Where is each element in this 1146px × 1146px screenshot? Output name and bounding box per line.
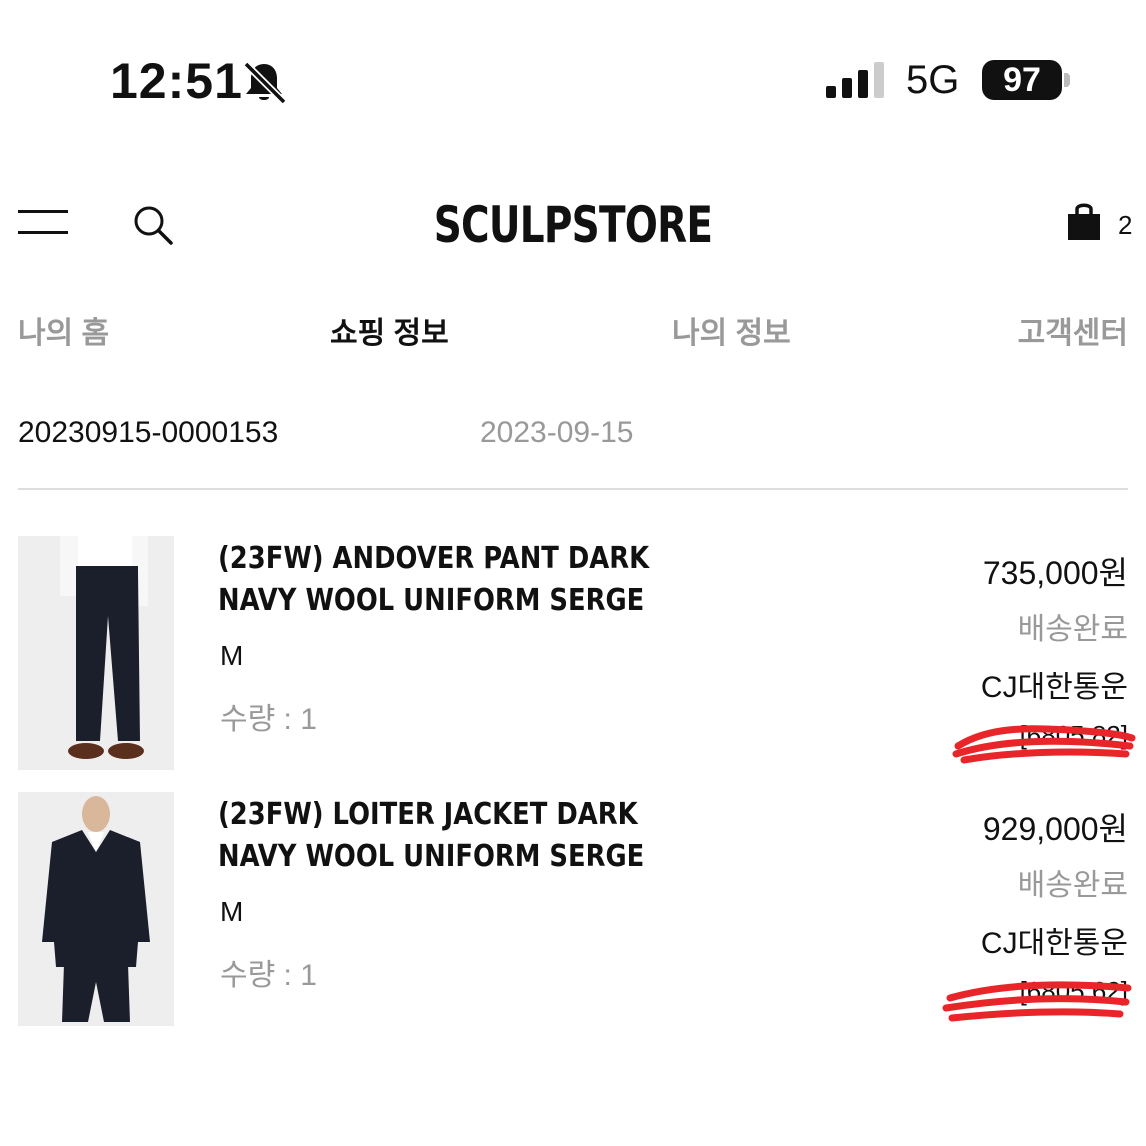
item-quantity: 수량 : 1 — [220, 703, 317, 736]
item-size: M — [220, 896, 244, 927]
carrier-name: CJ대한통운 — [980, 671, 1128, 704]
item-price: 735,000원 — [982, 555, 1128, 591]
item-name[interactable]: (23FW) ANDOVER PANT DARK NAVY WOOL UNIFO… — [218, 538, 700, 622]
order-number[interactable]: 20230915-0000153 — [18, 416, 278, 450]
delivery-status: 배송완료 — [1017, 869, 1128, 902]
tab-my-home[interactable]: 나의 홈 — [18, 308, 109, 352]
carrier-name: CJ대한통운 — [980, 927, 1128, 960]
tab-my-info[interactable]: 나의 정보 — [672, 308, 791, 352]
tab-shopping-info[interactable]: 쇼핑 정보 — [330, 308, 449, 352]
cart-count: 2 — [1118, 210, 1133, 240]
redaction-scribble — [942, 981, 1132, 1022]
product-image-jacket[interactable] — [18, 792, 174, 1026]
bell-slash-icon — [243, 61, 287, 104]
item-name[interactable]: (23FW) LOITER JACKET DARK NAVY WOOL UNIF… — [218, 794, 700, 878]
status-time: 12:51 — [110, 53, 243, 109]
product-image-pants[interactable] — [18, 536, 174, 770]
item-price: 929,000원 — [982, 811, 1128, 847]
order-date: 2023-09-15 — [480, 416, 634, 449]
shopping-bag-icon[interactable] — [1066, 200, 1102, 242]
delivery-status: 배송완료 — [1017, 613, 1128, 646]
battery-level: 97 — [1003, 61, 1041, 99]
store-logo[interactable]: SCULPSTORE — [126, 196, 1020, 254]
tab-customer-center[interactable]: 고객센터 — [1018, 308, 1128, 352]
item-size: M — [220, 640, 244, 671]
menu-icon[interactable] — [18, 206, 68, 236]
signal-icon — [826, 62, 884, 98]
network-label: 5G — [906, 58, 960, 102]
battery-icon: 97 — [982, 60, 1062, 100]
redaction-scribble — [952, 725, 1136, 764]
item-quantity: 수량 : 1 — [220, 959, 317, 992]
battery-tip — [1064, 73, 1070, 87]
divider — [18, 488, 1128, 490]
